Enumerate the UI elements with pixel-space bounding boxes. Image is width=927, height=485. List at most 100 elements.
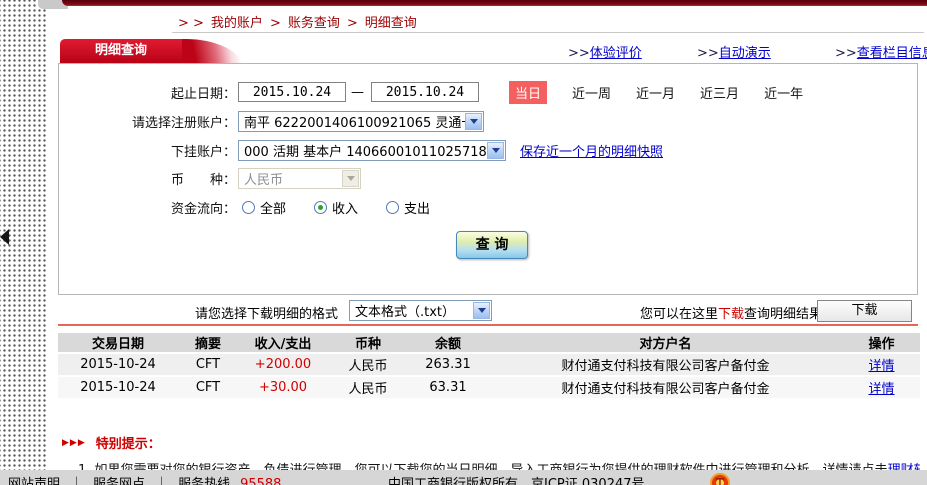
- fund-flow-row: 资金流向： 全部 收入 支出: [59, 195, 430, 219]
- col-header-date: 交易日期: [58, 333, 178, 352]
- experience-rating-link[interactable]: 体验评价: [590, 46, 642, 61]
- cell-balance: 263.31: [408, 354, 488, 375]
- breadcrumb-divider: [172, 32, 924, 33]
- hotline-number: 95588: [240, 477, 281, 485]
- collapse-arrow-icon[interactable]: [0, 229, 9, 245]
- register-account-select[interactable]: 南平 6222001406100921065 灵通卡: [238, 111, 484, 132]
- date-from-input[interactable]: [238, 82, 346, 102]
- hotline-label: 服务热线: [178, 477, 230, 485]
- transaction-table: 交易日期 摘要 收入/支出 币种 余额 对方户名 操作 2015-10-24 C…: [58, 331, 920, 400]
- service-branch-link[interactable]: 服务网点: [93, 477, 145, 485]
- site-statement-link[interactable]: 网站声明: [8, 477, 60, 485]
- currency-select-disabled: 人民币: [238, 168, 361, 189]
- chevron-down-icon[interactable]: [487, 142, 504, 159]
- auto-demo-link[interactable]: 自动演示: [719, 46, 771, 61]
- snapshot-link[interactable]: 保存近一个月的明细快照: [520, 141, 663, 160]
- cell-counterparty: 财付通支付科技有限公司客户备付金: [488, 354, 843, 375]
- flow-income-radio[interactable]: [314, 201, 327, 214]
- currency-value: 人民币: [244, 169, 283, 188]
- cell-currency: 人民币: [328, 354, 408, 375]
- notice-arrows-icon: ▶▶▶: [62, 438, 86, 448]
- cell-amount: +200.00: [238, 354, 328, 375]
- sub-account-value: 000 活期 基本户 1406600101102571848: [244, 141, 503, 160]
- copyright-text: 中国工商银行版权所有 京ICP证 030247号: [388, 473, 645, 485]
- col-header-amount: 收入/支出: [238, 333, 328, 352]
- quick-range-month-button[interactable]: 近一月: [636, 83, 675, 102]
- col-header-action: 操作: [843, 333, 920, 352]
- table-row: 2015-10-24 CFT +200.00 人民币 263.31 财付通支付科…: [58, 354, 920, 375]
- cell-summary: CFT: [178, 377, 238, 398]
- tab-swoosh-decoration: [172, 39, 243, 63]
- register-account-row: 请选择注册账户： 南平 6222001406100921065 灵通卡: [59, 109, 484, 133]
- flow-income-label[interactable]: 收入: [332, 198, 358, 217]
- quick-range-today-button[interactable]: 当日: [509, 81, 547, 104]
- date-range-row: 起止日期： — 当日 近一周 近一月 近三月 近一年: [59, 80, 803, 104]
- detail-link[interactable]: 详情: [868, 359, 894, 374]
- chevron-down-icon: [342, 170, 359, 187]
- download-format-select[interactable]: 文本格式（.txt）: [349, 300, 492, 321]
- notice-title: 特别提示：: [96, 433, 161, 452]
- footer-separator: ｜: [155, 477, 168, 485]
- quick-range-week-button[interactable]: 近一周: [572, 83, 611, 102]
- quick-range-quarter-button[interactable]: 近三月: [700, 83, 739, 102]
- footer-separator: ｜: [70, 477, 83, 485]
- header-link-demo[interactable]: >>自动演示: [697, 42, 771, 61]
- header-link-column-info[interactable]: >>查看栏目信息: [835, 42, 927, 61]
- tab-detail-query[interactable]: 明细查询: [60, 39, 182, 63]
- download-button[interactable]: 下载: [817, 300, 912, 322]
- col-header-balance: 余额: [408, 333, 488, 352]
- detail-link[interactable]: 详情: [868, 382, 894, 397]
- breadcrumb: > >我的账户>账务查询>明细查询: [178, 12, 424, 31]
- hint-download-word: 下载: [718, 307, 744, 322]
- flow-expense-label[interactable]: 支出: [404, 198, 430, 217]
- sub-account-label: 下挂账户：: [59, 141, 236, 160]
- flow-expense-radio[interactable]: [386, 201, 399, 214]
- download-hint: 您可以在这里下载查询明细结果: [640, 303, 822, 322]
- date-range-dash: —: [351, 85, 364, 100]
- link-prefix: >>: [697, 46, 719, 61]
- fund-flow-label: 资金流向：: [59, 198, 236, 217]
- query-button[interactable]: 查 询: [456, 231, 528, 259]
- cell-amount: +30.00: [238, 377, 328, 398]
- cell-balance: 63.31: [408, 377, 488, 398]
- breadcrumb-separator: >: [347, 16, 358, 31]
- hint-suffix: 查询明细结果: [744, 307, 822, 322]
- flow-all-label[interactable]: 全部: [260, 198, 286, 217]
- breadcrumb-prefix: > >: [178, 16, 204, 31]
- footer-links: 网站声明 ｜ 服务网点 ｜ 服务热线 95588: [8, 473, 291, 485]
- query-form-panel: 起止日期： — 当日 近一周 近一月 近三月 近一年 请选择注册账户： 南平 6…: [58, 63, 918, 295]
- quick-range-year-button[interactable]: 近一年: [764, 83, 803, 102]
- download-format-label: 请您选择下载明细的格式: [195, 303, 338, 322]
- date-range-label: 起止日期：: [59, 83, 236, 102]
- icbc-logo-icon: 工: [710, 473, 730, 485]
- header-link-experience[interactable]: >>体验评价: [568, 42, 642, 61]
- tab-label: 明细查询: [95, 43, 147, 58]
- footer: 网站声明 ｜ 服务网点 ｜ 服务热线 95588 中国工商银行版权所有 京ICP证 030…: [0, 470, 927, 485]
- breadcrumb-item-my-account[interactable]: 我的账户: [211, 16, 263, 31]
- table-header-row: 交易日期 摘要 收入/支出 币种 余额 对方户名 操作: [58, 333, 920, 352]
- column-info-link[interactable]: 查看栏目信息: [857, 46, 927, 61]
- red-divider: [58, 324, 918, 326]
- col-header-counterparty: 对方户名: [488, 333, 843, 352]
- top-red-bar: [62, 0, 927, 6]
- hint-prefix: 您可以在这里: [640, 307, 718, 322]
- breadcrumb-item-account-query[interactable]: 账务查询: [288, 16, 340, 31]
- register-account-value: 南平 6222001406100921065 灵通卡: [244, 112, 474, 131]
- link-prefix: >>: [835, 46, 857, 61]
- currency-row: 币 种： 人民币: [59, 166, 361, 190]
- col-header-currency: 币种: [328, 333, 408, 352]
- sub-account-select[interactable]: 000 活期 基本户 1406600101102571848: [238, 140, 506, 161]
- link-prefix: >>: [568, 46, 590, 61]
- table-row: 2015-10-24 CFT +30.00 人民币 63.31 财付通支付科技有…: [58, 377, 920, 398]
- date-to-input[interactable]: [371, 82, 479, 102]
- download-format-value: 文本格式（.txt）: [355, 301, 455, 320]
- cell-date: 2015-10-24: [58, 377, 178, 398]
- flow-all-radio[interactable]: [242, 201, 255, 214]
- chevron-down-icon[interactable]: [473, 302, 490, 319]
- col-header-summary: 摘要: [178, 333, 238, 352]
- breadcrumb-item-detail-query[interactable]: 明细查询: [365, 16, 417, 31]
- chevron-down-icon[interactable]: [465, 113, 482, 130]
- download-row: 请您选择下载明细的格式 文本格式（.txt） 您可以在这里下载查询明细结果 下载: [58, 300, 918, 324]
- cell-date: 2015-10-24: [58, 354, 178, 375]
- cell-counterparty: 财付通支付科技有限公司客户备付金: [488, 377, 843, 398]
